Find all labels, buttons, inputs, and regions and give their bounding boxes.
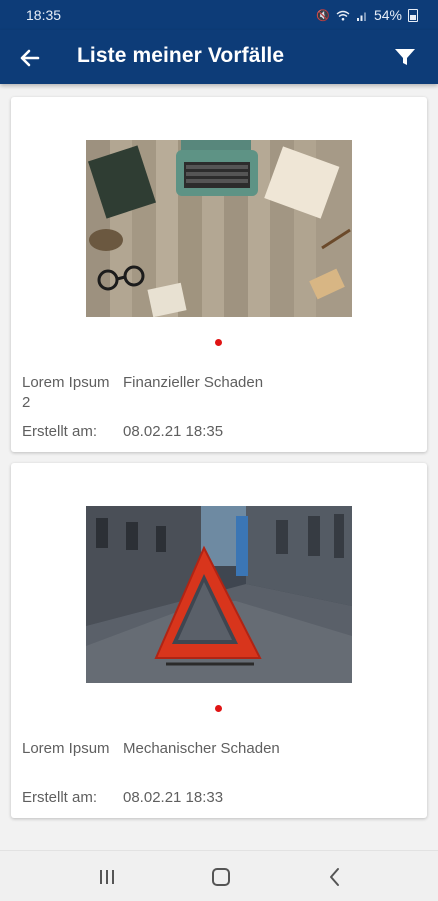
- page-title: Liste meiner Vorfälle: [77, 44, 285, 67]
- battery-icon: [408, 8, 418, 22]
- wifi-icon: [336, 10, 350, 20]
- battery-percent: 54%: [373, 7, 402, 23]
- filter-icon: [395, 49, 415, 65]
- incident-card[interactable]: Lorem Ipsum Mechanischer Schaden Erstell…: [11, 463, 427, 818]
- filter-button[interactable]: [392, 44, 418, 70]
- back-button[interactable]: [14, 42, 46, 74]
- typewriter-desk-photo: [86, 140, 352, 317]
- mute-icon: 🔇: [316, 9, 330, 22]
- back-icon: [330, 868, 339, 886]
- status-dot: [215, 705, 222, 712]
- incident-name: Lorem Ipsum 2: [22, 374, 110, 411]
- created-value: 08.02.21 18:35: [123, 423, 224, 440]
- created-value: 08.02.21 18:33: [123, 789, 224, 806]
- incident-type: Finanzieller Schaden: [123, 374, 264, 391]
- signal-icon: [356, 12, 366, 21]
- system-back-button[interactable]: [322, 864, 348, 890]
- arrow-left-icon: [20, 49, 40, 67]
- status-icons: 🔇 54%: [316, 7, 418, 23]
- warning-triangle-street-photo: [86, 506, 352, 683]
- incident-name: Lorem Ipsum: [22, 740, 110, 757]
- incident-card[interactable]: Lorem Ipsum 2 Finanzieller Schaden Erste…: [11, 97, 427, 452]
- status-dot: [215, 339, 222, 346]
- recent-apps-icon: [100, 870, 114, 884]
- status-bar: 18:35 🔇 54%: [0, 0, 438, 30]
- recent-apps-button[interactable]: [94, 864, 120, 890]
- incident-type: Mechanischer Schaden: [123, 740, 280, 757]
- created-label: Erstellt am:: [22, 789, 98, 806]
- home-button[interactable]: [208, 864, 234, 890]
- app-bar: Liste meiner Vorfälle: [0, 30, 438, 84]
- home-icon: [212, 868, 230, 886]
- status-time: 18:35: [26, 7, 62, 23]
- system-navigation-bar: [0, 850, 438, 901]
- created-label: Erstellt am:: [22, 423, 98, 440]
